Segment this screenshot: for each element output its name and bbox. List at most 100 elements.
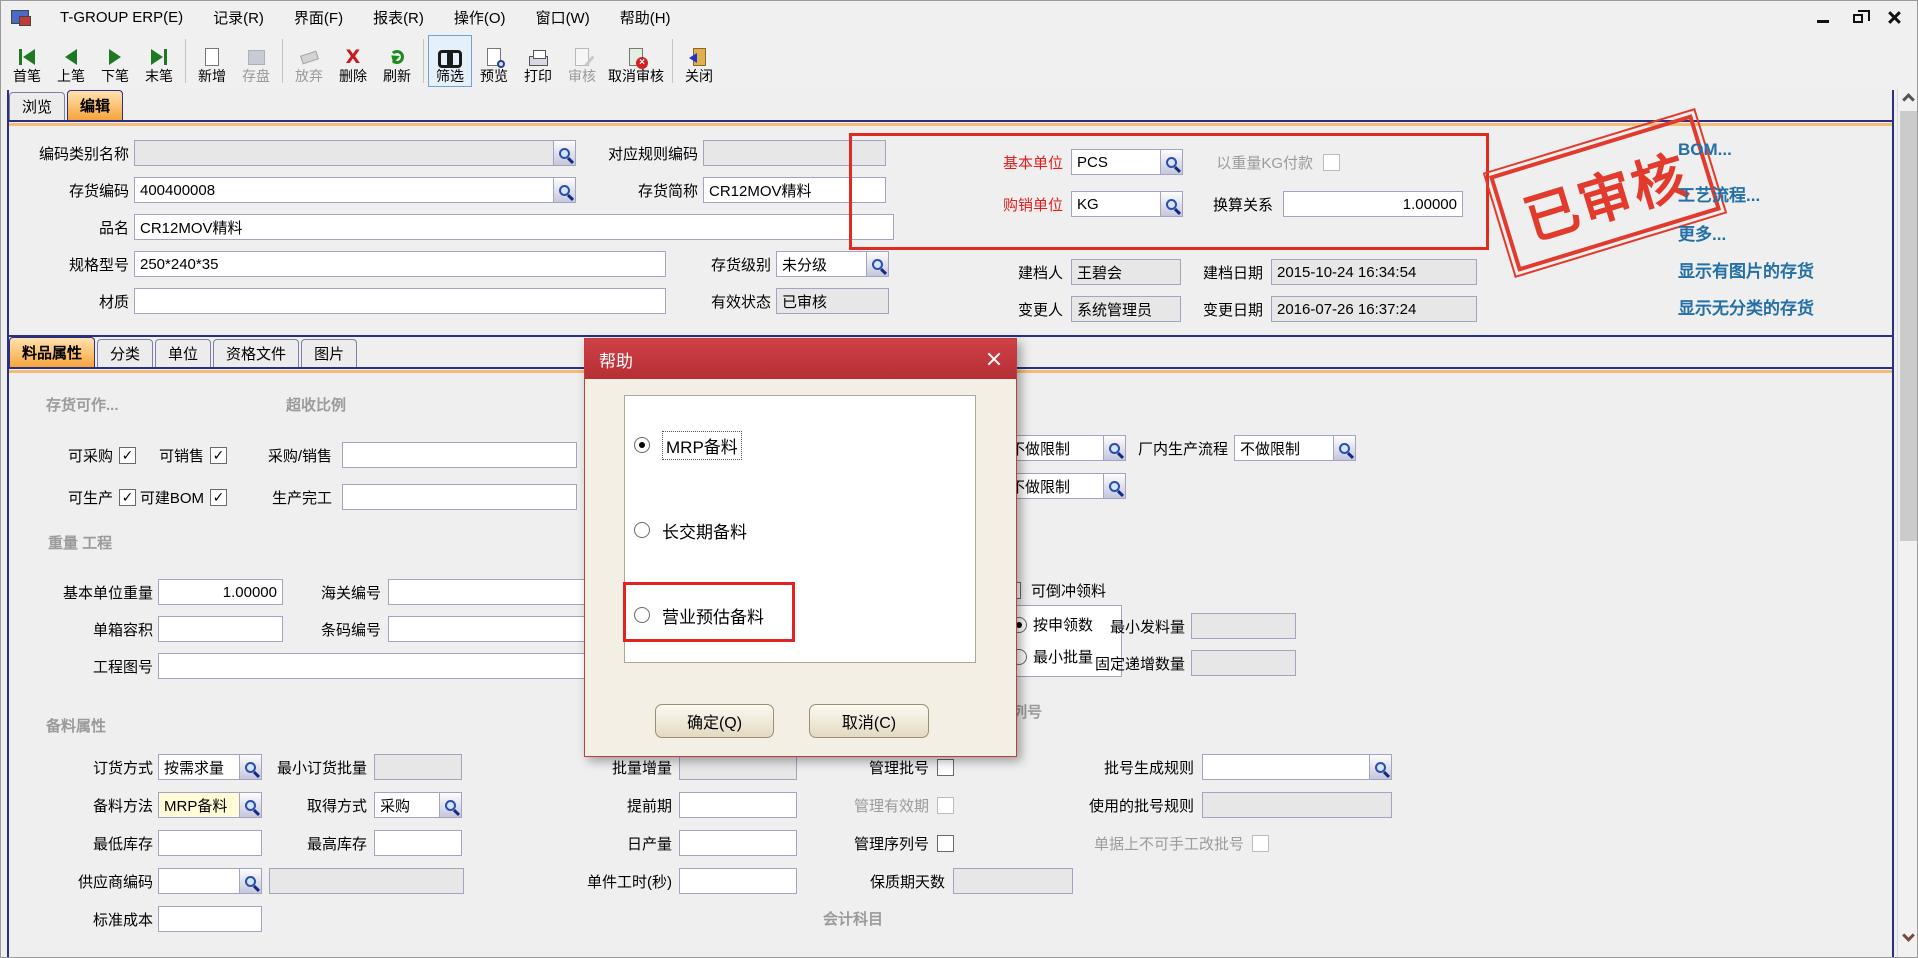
lookup-button[interactable]: [1370, 754, 1392, 780]
lookup-button[interactable]: [1161, 149, 1183, 175]
tab-qualification[interactable]: 资格文件: [213, 339, 299, 367]
new-button[interactable]: 新增: [190, 35, 234, 87]
vertical-scrollbar[interactable]: [1897, 89, 1918, 958]
last-record-button[interactable]: 末笔: [137, 35, 181, 87]
sellable-checkbox[interactable]: [210, 447, 227, 464]
base-weight-field[interactable]: 1.00000: [158, 579, 283, 605]
menu-item-interface[interactable]: 界面(F): [279, 7, 358, 28]
link-process-flow[interactable]: 工艺流程...: [1678, 181, 1760, 206]
next-record-button[interactable]: 下笔: [93, 35, 137, 87]
unit-hours-field[interactable]: [679, 868, 797, 894]
tab-browse[interactable]: 浏览: [9, 92, 65, 120]
filter-button[interactable]: 筛选: [428, 35, 472, 87]
drawing-field[interactable]: [158, 653, 588, 679]
dialog-option-mrp[interactable]: MRP备料: [634, 434, 742, 456]
manage-serial-checkbox[interactable]: [937, 835, 954, 852]
batch-rule-field[interactable]: [1202, 754, 1370, 780]
lookup-button[interactable]: [1161, 191, 1183, 217]
order-mode-field[interactable]: 按需求量: [158, 754, 240, 780]
lookup-button[interactable]: [240, 868, 262, 894]
exit-door-icon: [693, 45, 706, 69]
link-show-with-images[interactable]: 显示有图片的存货: [1678, 257, 1814, 282]
weight-row-1: 基本单位重量 1.00000 海关编号: [1, 579, 588, 605]
cancel-audit-button[interactable]: × 取消审核: [604, 35, 668, 87]
min-issue-field: [1191, 613, 1296, 639]
lead-time-field[interactable]: [679, 792, 797, 818]
radio-long-lead[interactable]: [634, 522, 650, 538]
dialog-ok-button[interactable]: 确定(Q): [655, 704, 774, 738]
minimize-icon[interactable]: [1817, 20, 1829, 23]
dialog-titlebar[interactable]: 帮助: [585, 339, 1016, 379]
dialog-option-long-lead[interactable]: 长交期备料: [634, 519, 747, 541]
tab-item-properties[interactable]: 料品属性: [9, 337, 95, 367]
menu-item-report[interactable]: 报表(R): [358, 7, 439, 28]
lookup-button[interactable]: [1334, 435, 1356, 461]
refresh-button[interactable]: 刷新: [375, 35, 419, 87]
restore-icon[interactable]: [1853, 14, 1863, 23]
link-bom[interactable]: BOM...: [1678, 140, 1732, 160]
box-volume-field[interactable]: [158, 616, 283, 642]
conversion-field[interactable]: 1.00000: [1283, 191, 1463, 217]
barcode-field[interactable]: [388, 616, 588, 642]
restrict2-field[interactable]: 不做限制: [1004, 473, 1104, 499]
menu-item-operate[interactable]: 操作(O): [439, 7, 521, 28]
menu-item-window[interactable]: 窗口(W): [521, 7, 605, 28]
toolbar-separator: [423, 39, 424, 83]
supplier-field[interactable]: [158, 868, 240, 894]
menu-item-help[interactable]: 帮助(H): [605, 7, 686, 28]
tab-unit[interactable]: 单位: [155, 339, 211, 367]
scroll-down-icon[interactable]: [1902, 929, 1915, 942]
over-prod-field[interactable]: [342, 484, 577, 510]
first-record-button[interactable]: 首笔: [5, 35, 49, 87]
lookup-button[interactable]: [1104, 435, 1126, 461]
bomable-checkbox[interactable]: [210, 489, 227, 506]
std-cost-field[interactable]: [158, 906, 262, 932]
customs-field[interactable]: [388, 579, 588, 605]
close-button[interactable]: 关闭: [677, 35, 721, 87]
link-more[interactable]: 更多...: [1678, 220, 1726, 245]
base-unit-field[interactable]: PCS: [1071, 149, 1161, 175]
save-button: 存盘: [234, 35, 278, 87]
prev-record-button[interactable]: 上笔: [49, 35, 93, 87]
magnifier-icon: [1109, 443, 1120, 454]
close-window-icon[interactable]: [1887, 10, 1901, 24]
purchasable-checkbox[interactable]: [119, 447, 136, 464]
min-stock-field[interactable]: [158, 830, 262, 856]
daily-output-field[interactable]: [679, 830, 797, 856]
tab-edit[interactable]: 编辑: [67, 90, 123, 120]
lookup-button[interactable]: [240, 754, 262, 780]
magnifier-icon: [245, 876, 256, 887]
prepare-method-field[interactable]: MRP备料: [158, 792, 240, 818]
max-stock-field[interactable]: [374, 830, 462, 856]
batch-rule-label: 批号生成规则: [954, 757, 1194, 778]
over-ps-field[interactable]: [342, 442, 577, 468]
manage-batch-checkbox[interactable]: [937, 759, 954, 776]
sellable-label: 可销售: [136, 445, 204, 466]
menu-item-app[interactable]: T-GROUP ERP(E): [45, 9, 198, 26]
panel-right-border: [1892, 90, 1894, 958]
lookup-button[interactable]: [240, 792, 262, 818]
customs-label: 海关编号: [283, 582, 381, 603]
print-button[interactable]: 打印: [516, 35, 560, 87]
restrict1-field[interactable]: 不做限制: [1004, 435, 1104, 461]
menu-item-record[interactable]: 记录(R): [198, 7, 279, 28]
name-field[interactable]: CR12MOV精料: [134, 214, 894, 240]
lookup-button[interactable]: [440, 792, 462, 818]
tab-classification[interactable]: 分类: [97, 339, 153, 367]
creator-label: 建档人: [1, 262, 1063, 283]
trade-unit-field[interactable]: KG: [1071, 191, 1161, 217]
scroll-up-icon[interactable]: [1902, 93, 1915, 106]
radio-mrp[interactable]: [634, 437, 650, 453]
lookup-button[interactable]: [1104, 473, 1126, 499]
producible-label: 可生产: [1, 487, 113, 508]
link-show-unclassified[interactable]: 显示无分类的存货: [1678, 294, 1814, 319]
delete-button[interactable]: X 删除: [331, 35, 375, 87]
acquire-field[interactable]: 采购: [374, 792, 440, 818]
preview-button[interactable]: 预览: [472, 35, 516, 87]
scrollbar-thumb[interactable]: [1900, 111, 1917, 541]
dialog-close-icon[interactable]: [986, 351, 1002, 367]
factory-flow-field[interactable]: 不做限制: [1234, 435, 1334, 461]
dialog-cancel-button[interactable]: 取消(C): [809, 704, 929, 738]
tab-image[interactable]: 图片: [301, 339, 357, 367]
producible-checkbox[interactable]: [119, 489, 136, 506]
